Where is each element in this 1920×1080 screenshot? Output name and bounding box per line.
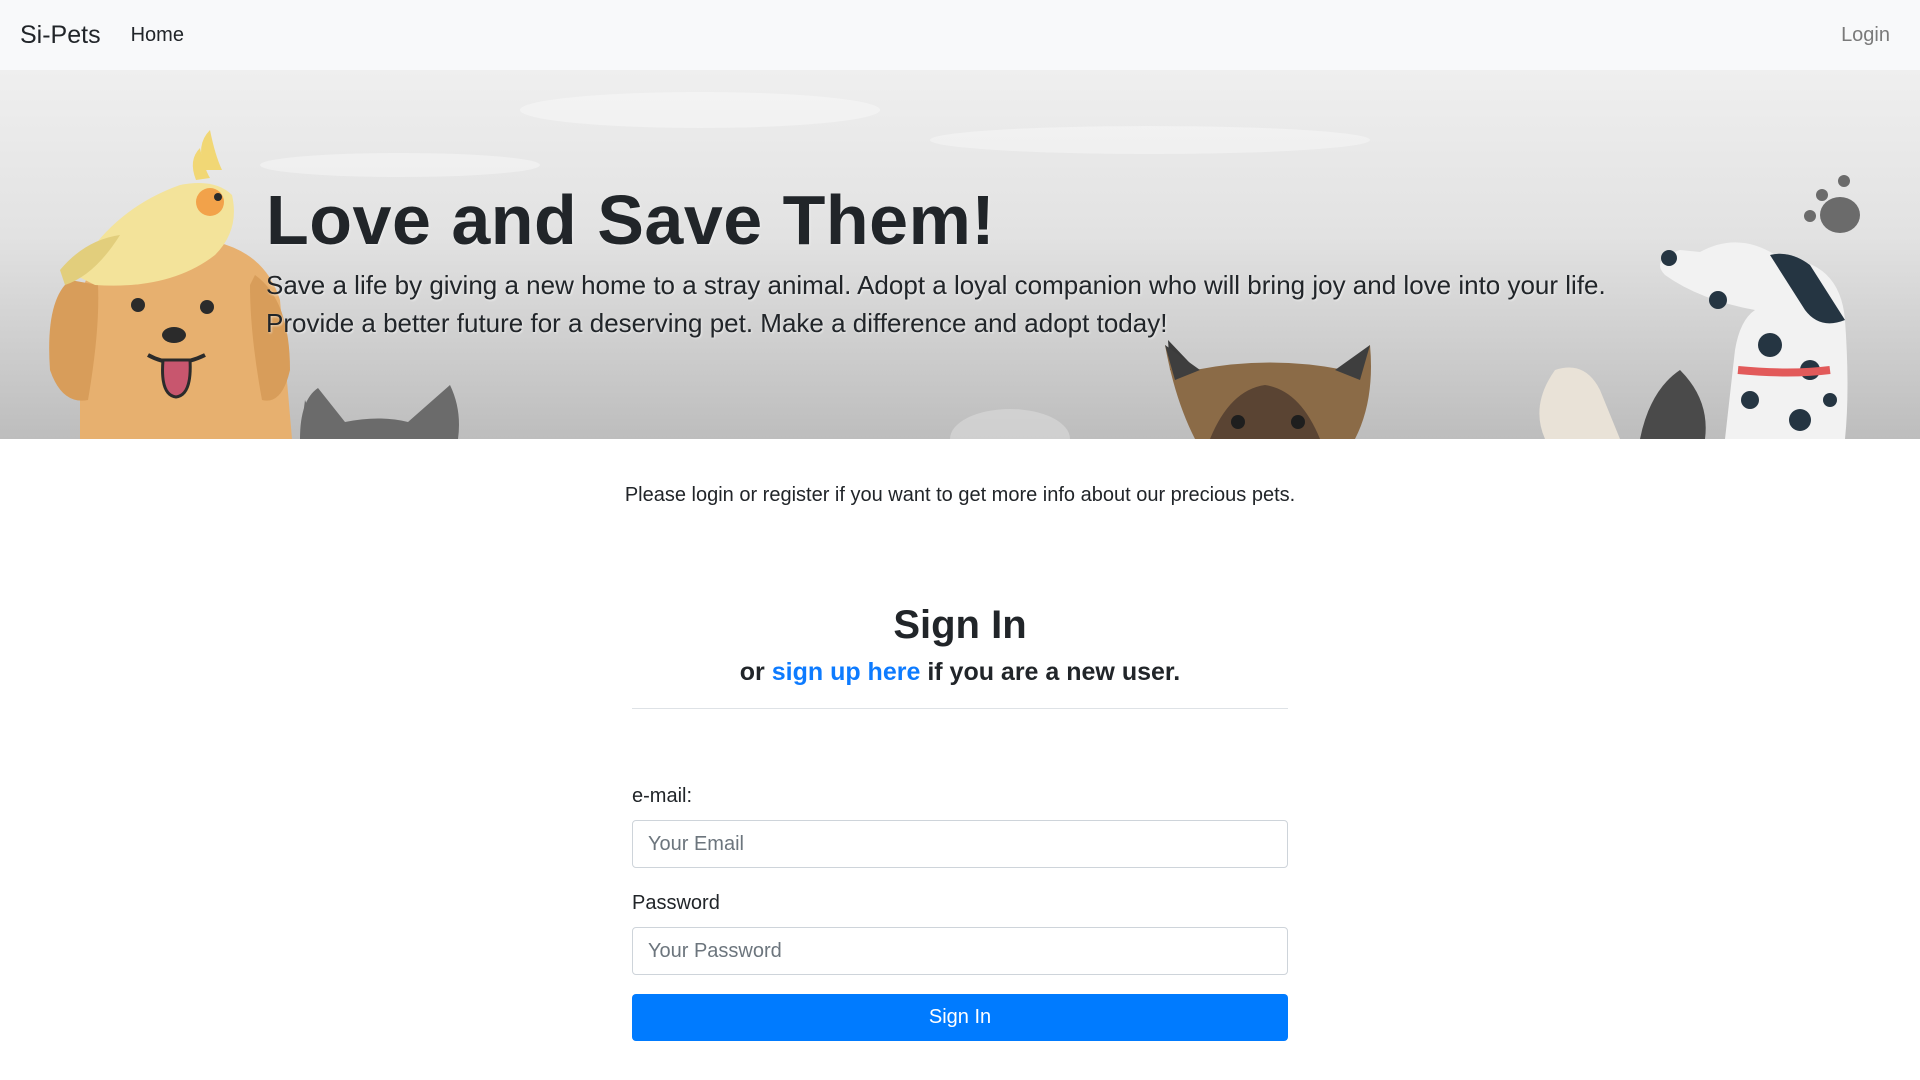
password-label: Password bbox=[632, 892, 720, 914]
sky-texture bbox=[260, 92, 1370, 177]
signin-title: Sign In bbox=[893, 603, 1027, 647]
hero-text: Love and Save Them! Save a life by givin… bbox=[266, 180, 1666, 342]
divider bbox=[632, 708, 1288, 709]
subtitle-suffix: if you are a new user. bbox=[920, 658, 1181, 686]
signin-button[interactable]: Sign In bbox=[632, 994, 1288, 1041]
navbar-right: Login bbox=[1841, 0, 1890, 70]
subtitle-prefix: or bbox=[739, 658, 772, 686]
info-text: Please login or register if you want to … bbox=[624, 484, 1296, 506]
small-dog-illustration bbox=[1539, 367, 1706, 439]
brand-logo[interactable]: Si-Pets bbox=[20, 21, 101, 50]
paw-print-icon bbox=[1804, 175, 1860, 233]
hero-title: Love and Save Them! bbox=[266, 181, 996, 259]
grey-cat-illustration bbox=[300, 385, 459, 439]
nav-home-link[interactable]: Home bbox=[131, 24, 184, 47]
hero-banner: Love and Save Them! Save a life by givin… bbox=[0, 70, 1920, 439]
signin-subtitle: or sign up here if you are a new user. bbox=[632, 658, 1288, 687]
ball-illustration bbox=[950, 409, 1070, 439]
signup-link[interactable]: sign up here bbox=[772, 658, 921, 686]
password-field[interactable] bbox=[632, 927, 1288, 975]
nav-login-link[interactable]: Login bbox=[1841, 24, 1890, 47]
german-shepherd-illustration bbox=[1165, 340, 1371, 439]
navbar: Si-Pets Home Login bbox=[0, 0, 1920, 70]
email-field[interactable] bbox=[632, 820, 1288, 868]
email-label: e-mail: bbox=[632, 785, 693, 807]
signin-form: Sign In or sign up here if you are a new… bbox=[632, 603, 1288, 1041]
hero-lead: Save a life by giving a new home to a st… bbox=[266, 270, 1606, 338]
